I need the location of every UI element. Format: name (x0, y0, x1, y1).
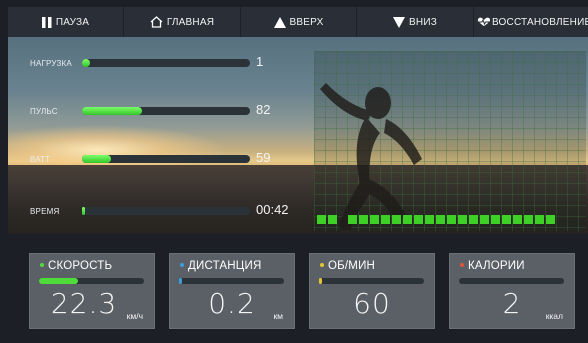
level-segment (480, 215, 489, 224)
distance-card: ДИСТАНЦИЯ 0.2 км (169, 253, 295, 329)
recovery-button[interactable]: ВОССТАНОВЛЕНИЕ (474, 7, 588, 37)
calories-title: КАЛОРИИ (468, 260, 525, 272)
metric-value: 00:42 (256, 202, 289, 217)
down-label: ВНИЗ (409, 16, 437, 28)
pause-label: ПАУЗА (55, 16, 90, 28)
watt-bar-fill (82, 155, 111, 163)
up-label: ВВЕРХ (289, 16, 324, 28)
level-segment (491, 215, 500, 224)
distance-dot-icon (180, 262, 184, 267)
pause-button[interactable]: ПАУЗА (8, 7, 124, 37)
level-segment (403, 215, 412, 224)
calories-bar (459, 278, 564, 284)
metric-label: ВРЕМЯ (30, 207, 60, 216)
calories-card: КАЛОРИИ 2 ккал (449, 253, 575, 329)
calories-dot-icon (460, 262, 464, 267)
metric-watt: ВАТТ 59 (8, 150, 308, 167)
rpm-value: 60 (353, 287, 391, 320)
rpm-title: ОБ/МИН (328, 260, 376, 272)
level-segment (524, 215, 533, 224)
level-segment (381, 215, 390, 224)
level-segment (348, 215, 357, 224)
recovery-label: ВОССТАНОВЛЕНИЕ (492, 16, 588, 28)
metric-value: 82 (256, 102, 271, 117)
level-segment (370, 215, 379, 224)
level-segment (359, 215, 368, 224)
rpm-card: ОБ/МИН 60 (309, 253, 435, 329)
distance-title: ДИСТАНЦИЯ (188, 260, 262, 272)
level-segment (392, 215, 401, 224)
home-label: ГЛАВНАЯ (166, 16, 215, 28)
rpm-dot-icon (320, 262, 324, 267)
runner-silhouette (320, 83, 422, 231)
metric-pulse: ПУЛЬС 82 (8, 102, 308, 119)
down-button[interactable]: ВНИЗ (357, 7, 474, 37)
level-segment (447, 215, 456, 224)
level-segment (425, 215, 434, 224)
calories-unit: ккал (545, 311, 563, 321)
pulse-bar (82, 107, 250, 115)
metric-load: НАГРУЗКА 1 (8, 54, 308, 71)
metric-value: 1 (256, 54, 264, 69)
time-bar-fill (82, 207, 85, 215)
metric-label: НАГРУЗКА (30, 59, 72, 68)
level-segment (414, 215, 423, 224)
speed-dot-icon (40, 262, 44, 267)
distance-unit: км (273, 311, 283, 321)
triangle-up-icon (273, 16, 286, 28)
rpm-bar (319, 278, 424, 284)
home-icon (150, 16, 163, 28)
top-nav-bar: ПАУЗА ГЛАВНАЯ ВВЕРХ ВНИЗ ВОССТАНОВЛЕНИЕ (8, 7, 588, 37)
metric-label: ВАТТ (30, 155, 51, 164)
load-bar (82, 59, 250, 67)
pulse-bar-fill (82, 107, 143, 115)
rpm-bar-fill (319, 278, 323, 284)
level-segment (546, 215, 555, 224)
speed-card: СКОРОСТЬ 22.3 км/ч (29, 253, 155, 329)
metric-label: ПУЛЬС (30, 107, 58, 116)
level-segment (502, 215, 511, 224)
up-button[interactable]: ВВЕРХ (241, 7, 357, 37)
load-bar-fill (82, 59, 91, 67)
home-button[interactable]: ГЛАВНАЯ (124, 7, 241, 37)
level-segment (513, 215, 522, 224)
speed-bar-fill (39, 278, 78, 284)
heart-rate-icon (477, 17, 491, 27)
speed-bar (39, 278, 144, 284)
level-segment (436, 215, 445, 224)
level-segment (317, 215, 326, 224)
time-bar (82, 207, 250, 215)
watt-bar (82, 155, 250, 163)
speed-title: СКОРОСТЬ (48, 260, 113, 272)
triangle-down-icon (393, 16, 406, 28)
pause-icon (41, 16, 52, 28)
metric-time: ВРЕМЯ 00:42 (8, 202, 308, 219)
level-segment (535, 215, 544, 224)
distance-bar-fill (179, 278, 182, 284)
level-segment (328, 215, 337, 224)
speed-unit: км/ч (126, 311, 143, 321)
distance-bar (179, 278, 284, 284)
workout-scene: НАГРУЗКА 1 ПУЛЬС 82 ВАТТ 59 ВРЕМЯ 00:42 (8, 37, 588, 234)
level-segment (469, 215, 478, 224)
metric-value: 59 (256, 150, 271, 165)
level-segment (458, 215, 467, 224)
